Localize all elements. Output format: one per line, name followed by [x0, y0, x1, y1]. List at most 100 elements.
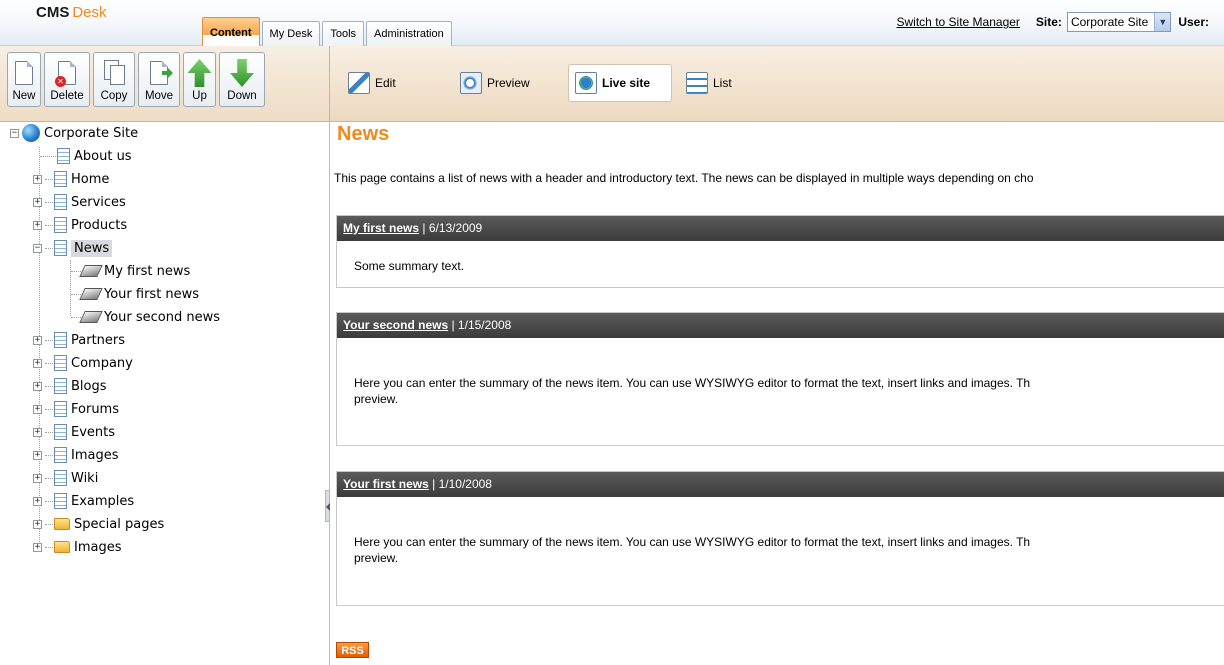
site-label: Site: — [1035, 15, 1062, 29]
page-icon — [54, 470, 67, 486]
tree-node-label: Events — [71, 424, 116, 440]
tree-item-forums[interactable]: + Forums — [33, 398, 119, 420]
news-title-link[interactable]: Your first news — [343, 477, 429, 491]
new-button[interactable]: New — [7, 52, 41, 107]
tree-item-your-second-news[interactable]: Your second news — [71, 306, 220, 328]
page-icon — [54, 194, 67, 210]
switch-to-site-manager-link[interactable]: Switch to Site Manager — [897, 15, 1020, 29]
page-icon — [54, 401, 67, 417]
delete-button[interactable]: ✕ Delete — [44, 52, 90, 107]
panel-splitter-handle[interactable] — [325, 490, 330, 522]
expand-icon[interactable]: + — [33, 519, 42, 529]
arrow-down-icon — [220, 56, 264, 90]
chevron-down-icon[interactable]: ▼ — [1154, 13, 1171, 31]
news-summary-line: preview. — [354, 392, 399, 406]
expand-icon[interactable]: + — [33, 358, 42, 368]
delete-button-label: Delete — [50, 90, 84, 102]
copy-button[interactable]: Copy — [93, 52, 135, 107]
tree-item-special-pages[interactable]: + Special pages — [33, 513, 164, 535]
page-icon — [54, 240, 67, 256]
expand-icon[interactable]: + — [33, 427, 42, 437]
new-document-icon — [8, 56, 40, 90]
tree-item-products[interactable]: + Products — [33, 214, 127, 236]
page-icon — [54, 493, 67, 509]
collapse-icon[interactable]: − — [33, 243, 42, 253]
tab-content[interactable]: Content — [202, 17, 260, 46]
move-document-icon — [139, 56, 179, 90]
news-title-link[interactable]: My first news — [343, 221, 419, 235]
news-summary: Here you can enter the summary of the ne… — [337, 338, 1224, 407]
tree-node-label: Products — [71, 217, 128, 233]
down-button[interactable]: Down — [219, 52, 265, 107]
tree-item-images-folder[interactable]: + Images — [33, 536, 122, 558]
tree-item-images[interactable]: + Images — [33, 444, 119, 466]
news-summary-line: Here you can enter the summary of the ne… — [354, 376, 1031, 390]
tab-label: Content — [210, 27, 252, 39]
expand-icon[interactable]: + — [33, 473, 42, 483]
page-icon — [54, 355, 67, 371]
preview-icon — [460, 72, 482, 94]
tab-my-desk[interactable]: My Desk — [261, 21, 321, 46]
tree-item-news[interactable]: − News — [33, 237, 113, 259]
tree-item-about-us[interactable]: About us — [40, 145, 132, 167]
rss-button[interactable]: RSS — [336, 642, 369, 658]
live-site-button[interactable]: Live site — [568, 64, 672, 102]
collapse-icon[interactable]: − — [10, 128, 19, 138]
tree-item-events[interactable]: + Events — [33, 421, 115, 443]
page-icon — [54, 171, 67, 187]
expand-icon[interactable]: + — [33, 220, 42, 230]
edit-label: Edit — [375, 76, 396, 90]
move-button[interactable]: Move — [138, 52, 180, 107]
up-button[interactable]: Up — [183, 52, 216, 107]
news-icon — [79, 265, 103, 277]
tree-item-my-first-news[interactable]: My first news — [71, 260, 190, 282]
page-icon — [54, 378, 67, 394]
expand-icon[interactable]: + — [33, 381, 42, 391]
live-site-label: Live site — [602, 76, 651, 90]
tree-item-blogs[interactable]: + Blogs — [33, 375, 107, 397]
tree-node-label: Services — [71, 194, 126, 210]
news-icon — [79, 288, 103, 300]
tree-item-examples[interactable]: + Examples — [33, 490, 134, 512]
live-site-icon — [575, 72, 597, 94]
news-date: | 6/13/2009 — [422, 221, 483, 235]
tree-node-label: Partners — [71, 332, 126, 348]
tab-tools[interactable]: Tools — [322, 21, 365, 46]
tree-item-partners[interactable]: + Partners — [33, 329, 125, 351]
news-item: Your second news | 1/15/2008 Here you ca… — [336, 312, 1224, 446]
preview-label: Preview — [487, 76, 530, 90]
site-select[interactable]: Corporate Site ▼ — [1066, 12, 1172, 32]
tree-node-label: My first news — [104, 263, 191, 279]
tab-label: My Desk — [269, 28, 313, 40]
news-title-link[interactable]: Your second news — [343, 318, 448, 332]
tree-node-label: Company — [71, 355, 133, 371]
expand-icon[interactable]: + — [33, 335, 42, 345]
expand-icon[interactable]: + — [33, 404, 42, 414]
preview-button[interactable]: Preview — [454, 64, 536, 102]
list-button[interactable]: List — [680, 64, 738, 102]
tree-item-company[interactable]: + Company — [33, 352, 133, 374]
tree-node-label: Corporate Site — [44, 125, 139, 141]
expand-icon[interactable]: + — [33, 496, 42, 506]
tree-root-corporate-site[interactable]: − Corporate Site — [10, 122, 138, 144]
tree-item-services[interactable]: + Services — [33, 191, 126, 213]
tree-node-label: About us — [74, 148, 132, 164]
tree-item-wiki[interactable]: + Wiki — [33, 467, 98, 489]
expand-icon[interactable]: + — [33, 174, 42, 184]
intro-text: This page contains a list of news with a… — [334, 171, 1034, 185]
content-tree: − Corporate Site About us + Home + Service… — [0, 122, 330, 665]
down-button-label: Down — [227, 90, 257, 102]
expand-icon[interactable]: + — [33, 450, 42, 460]
expand-icon[interactable]: + — [33, 542, 42, 552]
edit-button[interactable]: Edit — [342, 64, 402, 102]
tree-item-your-first-news[interactable]: Your first news — [71, 283, 199, 305]
move-button-label: Move — [144, 90, 174, 102]
live-site-content: News This page contains a list of news w… — [331, 122, 1224, 665]
main-tabs: Content My Desk Tools Administration — [202, 17, 454, 46]
tree-node-label: Wiki — [71, 470, 99, 486]
tree-item-home[interactable]: + Home — [33, 168, 109, 190]
tab-administration[interactable]: Administration — [366, 21, 452, 46]
news-summary-line: Some summary text. — [354, 259, 465, 273]
globe-icon — [22, 124, 40, 142]
expand-icon[interactable]: + — [33, 197, 42, 207]
